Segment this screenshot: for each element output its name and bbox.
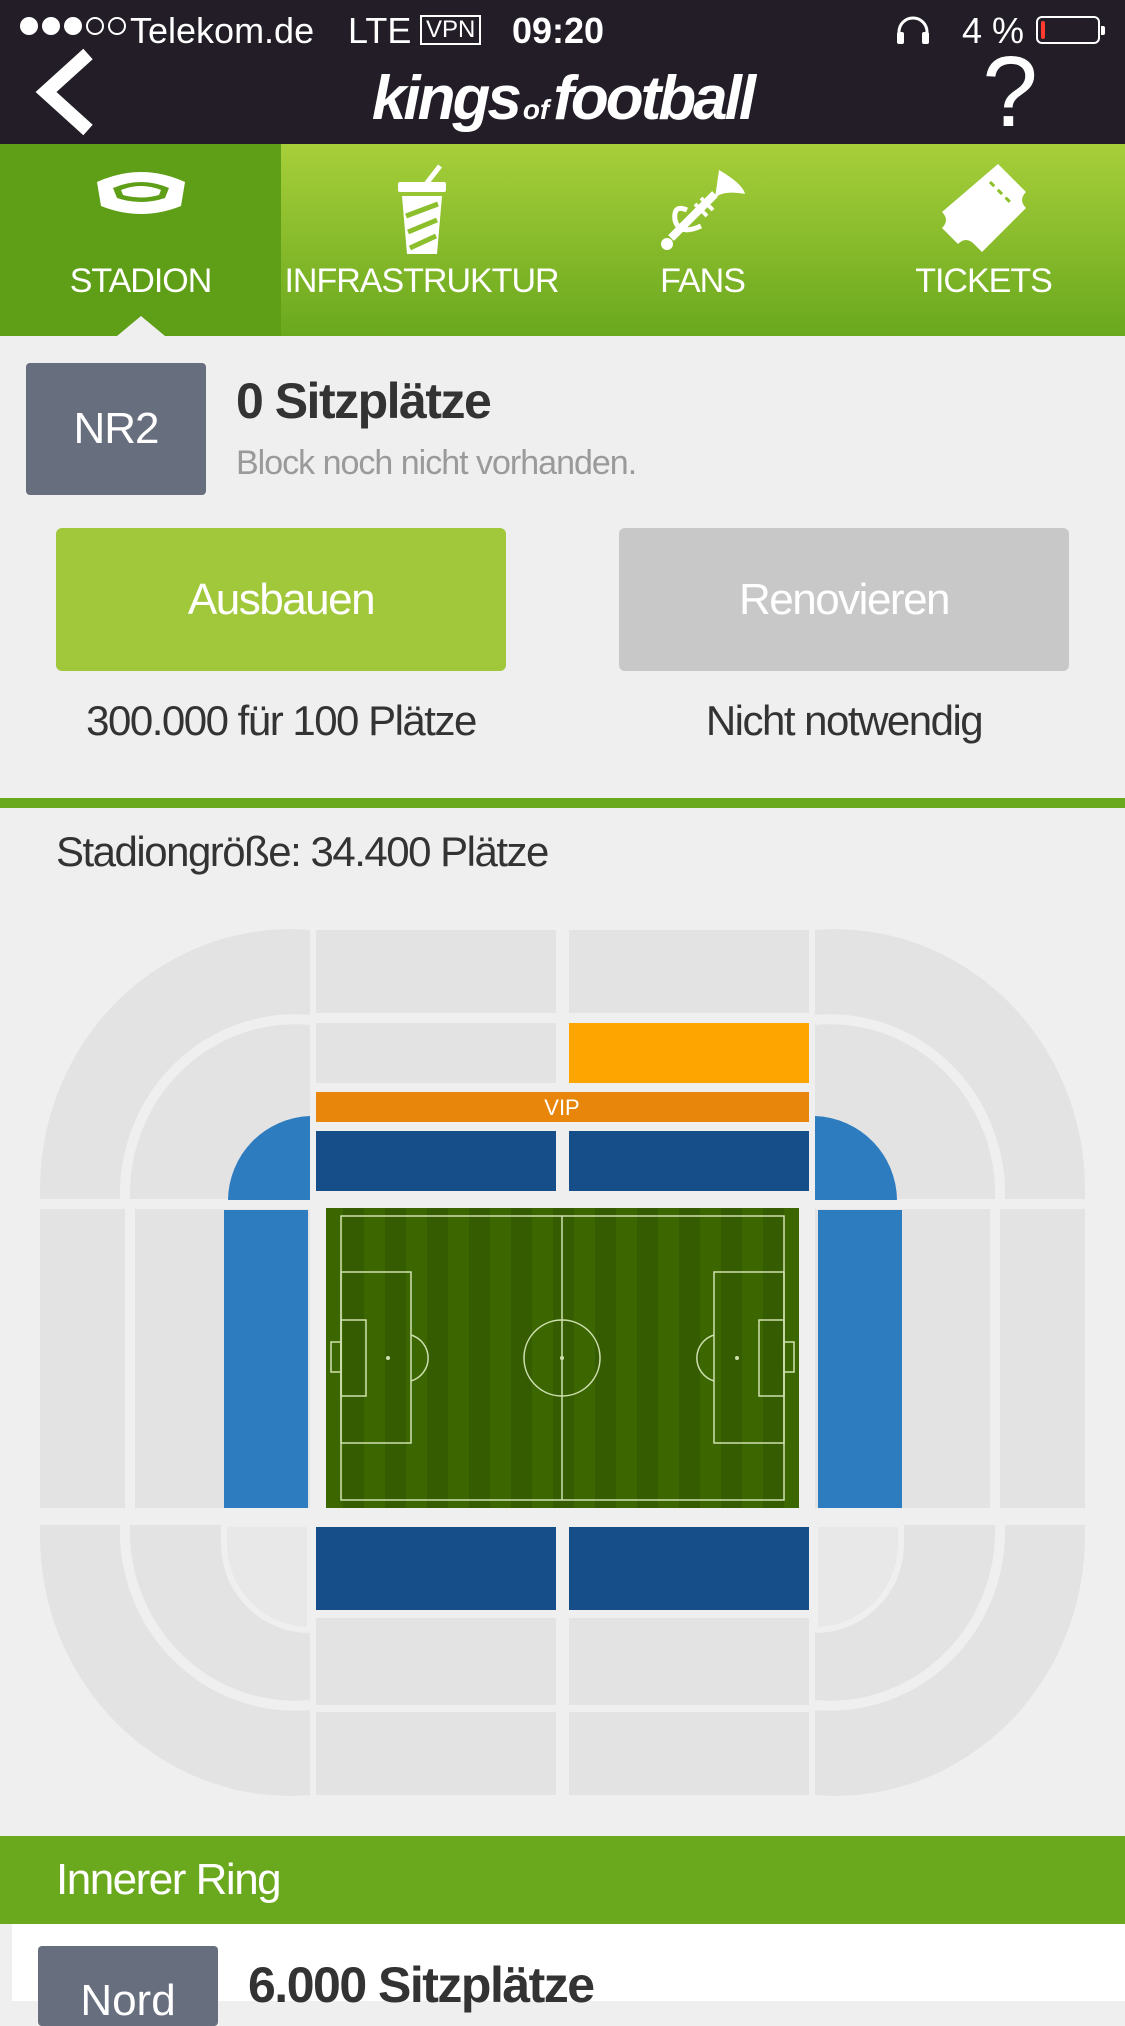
signal-dot [64, 17, 82, 35]
stand-block-n1-outer[interactable] [316, 930, 556, 1013]
block-seat-count-next: 6.000 Sitzplätze [248, 1957, 595, 2013]
clock: 09:20 [512, 10, 605, 51]
stand-block-west-inner[interactable] [224, 1210, 308, 1508]
stand-block-n2-outer[interactable] [569, 930, 809, 1013]
renovate-status: Nicht notwendig [705, 697, 984, 744]
signal-dot [20, 17, 38, 35]
trumpet-icon [660, 170, 745, 250]
logo-of: of [522, 94, 550, 125]
tab-label: TICKETS [915, 262, 1053, 300]
vpn-badge: VPN [420, 15, 482, 45]
tab-tickets[interactable]: TICKETS [843, 144, 1124, 336]
stadium-map: VIP [35, 929, 1090, 1796]
signal-dot [86, 17, 104, 35]
drink-cup-icon [397, 164, 446, 254]
stand-block-n1-middle[interactable] [316, 1023, 556, 1083]
tab-fans[interactable]: FANS [562, 144, 843, 336]
stand-block-s2-middle[interactable] [569, 1618, 809, 1705]
vip-label: VIP [544, 1095, 579, 1120]
stand-block-s2-outer[interactable] [569, 1712, 809, 1795]
stand-block-n2-inner[interactable] [569, 1131, 809, 1191]
ticket-icon [941, 164, 1026, 252]
block-badge-next: Nord [38, 1946, 218, 2026]
stand-block-n1-inner[interactable] [316, 1131, 556, 1191]
stand-block-east-inner[interactable] [818, 1210, 902, 1508]
stand-block-s1-middle[interactable] [316, 1618, 556, 1705]
divider [0, 798, 1125, 808]
stand-block-s2-inner[interactable] [569, 1527, 809, 1610]
block-seat-count: 0 Sitzplätze [236, 373, 492, 429]
tab-label: FANS [660, 262, 746, 300]
help-button[interactable]: ? [975, 40, 1045, 144]
upgrade-button[interactable]: Ausbauen [56, 528, 506, 671]
logo-kings: kings [371, 64, 522, 133]
tab-bar: STADION INFRASTRUKTUR FANS TICKETS [0, 144, 1125, 336]
logo-football: football [553, 64, 756, 133]
signal-dot [42, 17, 60, 35]
stadium-size: Stadiongröße: 34.400 Plätze [56, 828, 549, 875]
battery-level [1041, 21, 1045, 39]
stand-block-nr2-selected[interactable] [569, 1023, 809, 1083]
stand-block-s1-inner[interactable] [316, 1527, 556, 1610]
network-type: LTE [348, 10, 412, 51]
signal-strength-icon [20, 17, 126, 35]
block-status: Block noch nicht vorhanden. [236, 444, 637, 482]
app-logo: kings offootball [0, 60, 1125, 149]
signal-dot [108, 17, 126, 35]
renovate-button[interactable]: Renovieren [619, 528, 1069, 671]
block-badge: NR2 [26, 363, 206, 495]
tab-infrastruktur[interactable]: INFRASTRUKTUR [281, 144, 562, 336]
carrier-name: Telekom.de [130, 10, 315, 51]
stadium-icon [96, 172, 185, 214]
status-bar: Telekom.de LTE VPN 09:20 4 % [0, 0, 1125, 60]
upgrade-cost: 300.000 für 100 Plätze [86, 697, 477, 744]
section-header-inner-ring: Innerer Ring [0, 1836, 1125, 1924]
stand-block-s1-outer[interactable] [316, 1712, 556, 1795]
football-pitch [326, 1208, 799, 1508]
tab-stadion[interactable]: STADION [0, 144, 281, 336]
app-header: Telekom.de LTE VPN 09:20 4 % kings offoot… [0, 0, 1125, 144]
tab-label: INFRASTRUKTUR [284, 262, 559, 300]
tab-label: STADION [69, 262, 213, 300]
headphones-icon [897, 16, 929, 44]
battery-icon [1036, 16, 1105, 44]
